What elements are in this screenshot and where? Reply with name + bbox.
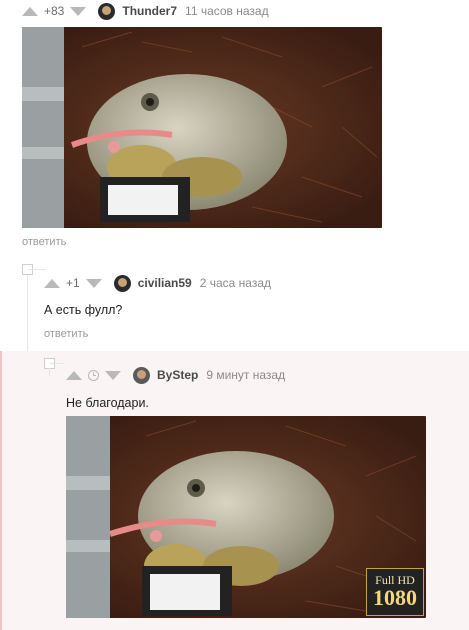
comment-3-header: ByStep 9 минут назад bbox=[66, 366, 285, 384]
avatar[interactable] bbox=[133, 366, 150, 384]
badge-resolution: 1080 bbox=[373, 585, 417, 610]
comment-text: Не благодари. bbox=[66, 396, 149, 410]
username[interactable]: civilian59 bbox=[138, 276, 192, 290]
thread-line bbox=[50, 363, 64, 364]
full-hd-badge: Full HD 1080 bbox=[366, 568, 424, 616]
comment-2-header: +1 civilian59 2 часа назад bbox=[44, 274, 271, 292]
frog-image bbox=[22, 27, 382, 228]
comment-score: +83 bbox=[44, 4, 65, 18]
downvote-icon[interactable] bbox=[105, 370, 121, 380]
comment-1-header: +83 Thunder7 11 часов назад bbox=[22, 2, 269, 20]
upvote-icon[interactable] bbox=[44, 278, 60, 288]
upvote-icon[interactable] bbox=[66, 370, 82, 380]
comment-image[interactable]: Full HD 1080 bbox=[66, 416, 426, 618]
username[interactable]: ByStep bbox=[157, 368, 198, 382]
downvote-icon[interactable] bbox=[85, 278, 102, 288]
comment-time[interactable]: 11 часов назад bbox=[185, 4, 269, 18]
clock-icon bbox=[88, 369, 99, 381]
username[interactable]: Thunder7 bbox=[122, 4, 177, 18]
avatar[interactable] bbox=[113, 274, 131, 292]
reply-link[interactable]: ответить bbox=[22, 236, 66, 248]
downvote-icon[interactable] bbox=[70, 6, 87, 16]
thread-line bbox=[27, 265, 28, 351]
comment-text: А есть фулл? bbox=[44, 303, 123, 317]
thread-line bbox=[49, 368, 50, 376]
comment-time[interactable]: 2 часа назад bbox=[200, 276, 271, 290]
upvote-icon[interactable] bbox=[22, 6, 38, 16]
comment-image[interactable] bbox=[22, 27, 382, 228]
comment-score: +1 bbox=[66, 276, 80, 290]
thread-line bbox=[28, 269, 46, 270]
avatar[interactable] bbox=[98, 2, 116, 20]
reply-link[interactable]: ответить bbox=[44, 328, 88, 340]
comment-time[interactable]: 9 минут назад bbox=[206, 368, 285, 382]
